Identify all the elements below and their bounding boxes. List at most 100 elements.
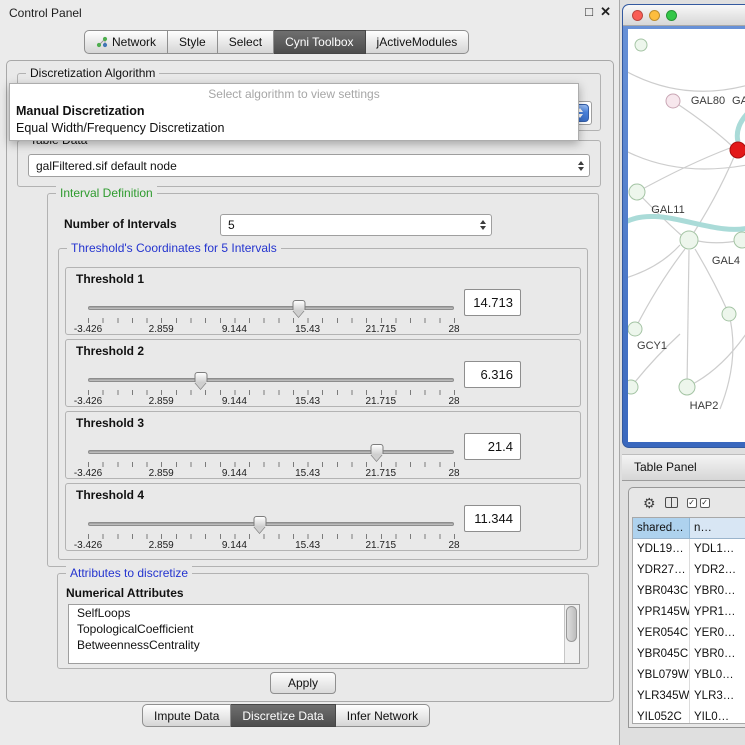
slider-thumb[interactable]	[195, 372, 208, 382]
attribute-list-item[interactable]: SelfLoops	[69, 605, 579, 621]
table-cell[interactable]: YIL052C	[633, 707, 690, 724]
numerical-attributes-list[interactable]: SelfLoopsTopologicalCoefficientBetweenne…	[68, 604, 580, 664]
tab-cyni-toolbox[interactable]: Cyni Toolbox	[274, 30, 365, 54]
table-cell[interactable]: YDL1…	[690, 539, 745, 560]
network-edge[interactable]	[628, 216, 745, 229]
attribute-list-item[interactable]: TopologicalCoefficient	[69, 621, 579, 637]
arrow-down-icon	[578, 167, 584, 171]
table-cell[interactable]: YLR345W	[633, 686, 690, 707]
table-cell[interactable]: YPR145W	[633, 602, 690, 623]
network-edge[interactable]	[737, 109, 745, 142]
apply-button[interactable]: Apply	[270, 672, 336, 694]
table-data-combobox[interactable]: galFiltered.sif default node	[28, 154, 590, 177]
select-all-columns-icon[interactable]: ✓ ✓	[687, 498, 710, 508]
algorithm-option[interactable]: Manual Discretization	[10, 103, 578, 120]
network-node[interactable]	[628, 322, 642, 336]
tab-style[interactable]: Style	[168, 30, 218, 54]
table-cell[interactable]: YDL19…	[633, 539, 690, 560]
slider-scale-label: 28	[448, 324, 459, 335]
tab-discretize-data[interactable]: Discretize Data	[231, 704, 335, 727]
threshold-value-input[interactable]: 11.344	[464, 505, 521, 532]
network-edge[interactable]	[628, 245, 680, 279]
network-graph[interactable]: GAL80GAGAL11GAL4GCY1HAP2	[628, 29, 745, 444]
threshold-value-input[interactable]: 6.316	[464, 361, 521, 388]
table-cell[interactable]: YBR0…	[690, 644, 745, 665]
list-scrollbar[interactable]	[564, 605, 579, 663]
table-row[interactable]: YPR145WYPR1…	[633, 602, 745, 623]
slider-track[interactable]	[88, 306, 454, 310]
table-row[interactable]: YBL079WYBL0…	[633, 665, 745, 686]
table-cell[interactable]: YBR043C	[633, 581, 690, 602]
table-row[interactable]: YBR043CYBR0…	[633, 581, 745, 602]
slider-thumb[interactable]	[293, 300, 306, 310]
threshold-slider[interactable]	[88, 442, 454, 462]
table-cell[interactable]: YDR27…	[633, 560, 690, 581]
table-row[interactable]: YLR345WYLR3…	[633, 686, 745, 707]
column-header[interactable]: n…	[690, 518, 745, 539]
network-edge[interactable]	[673, 101, 732, 146]
tab-infer-network[interactable]: Infer Network	[336, 704, 430, 727]
table-cell[interactable]: YLR3…	[690, 686, 745, 707]
slider-track[interactable]	[88, 378, 454, 382]
threshold-slider[interactable]	[88, 514, 454, 534]
tab-impute-data[interactable]: Impute Data	[142, 704, 231, 727]
network-edge[interactable]	[628, 69, 745, 91]
slider-track[interactable]	[88, 522, 454, 526]
float-window-icon[interactable]: □	[585, 4, 593, 19]
table-cell[interactable]: YBL0…	[690, 665, 745, 686]
network-edge[interactable]	[687, 250, 689, 387]
table-cell[interactable]: YDR2…	[690, 560, 745, 581]
threshold-value-input[interactable]: 14.713	[464, 289, 521, 316]
table-row[interactable]: YDR27…YDR2…	[633, 560, 745, 581]
network-node[interactable]	[628, 380, 638, 394]
table-row[interactable]: YIL052CYIL0…	[633, 707, 745, 724]
table-cell[interactable]: YPR1…	[690, 602, 745, 623]
table-cell[interactable]: YBR0…	[690, 581, 745, 602]
network-edge[interactable]	[687, 334, 745, 387]
number-of-intervals-combobox[interactable]: 5	[220, 214, 492, 236]
slider-thumb[interactable]	[371, 444, 384, 454]
slider-track[interactable]	[88, 450, 454, 454]
network-window-titlebar[interactable]	[623, 5, 745, 26]
close-traffic-light-icon[interactable]	[632, 10, 643, 21]
tab-select[interactable]: Select	[218, 30, 274, 54]
network-node[interactable]	[722, 307, 736, 321]
network-node[interactable]	[680, 231, 698, 249]
network-node[interactable]	[666, 94, 680, 108]
table-cell[interactable]: YER054C	[633, 623, 690, 644]
close-window-icon[interactable]: ✕	[600, 4, 611, 20]
table-panel-titlebar[interactable]: Table Panel	[622, 454, 745, 481]
control-panel-window: Control Panel □ ✕ NetworkStyleSelectCyni…	[0, 0, 620, 745]
zoom-traffic-light-icon[interactable]	[666, 10, 677, 21]
algorithm-option[interactable]: Equal Width/Frequency Discretization	[10, 120, 578, 137]
network-canvas[interactable]: GAL80GAGAL11GAL4GCY1HAP2	[628, 29, 745, 442]
network-edge[interactable]	[637, 148, 730, 192]
slider-thumb[interactable]	[254, 516, 267, 526]
tab-network[interactable]: Network	[84, 30, 168, 54]
table-cell[interactable]: YIL0…	[690, 707, 745, 724]
settings-gear-icon[interactable]: ⚙	[643, 496, 656, 510]
threshold-slider[interactable]	[88, 370, 454, 390]
threshold-label: Threshold 3	[76, 416, 144, 430]
network-node[interactable]	[629, 184, 645, 200]
attribute-list-item[interactable]: BetweennessCentrality	[69, 637, 579, 653]
table-row[interactable]: YDL19…YDL1…	[633, 539, 745, 560]
network-node[interactable]	[734, 232, 745, 248]
table-row[interactable]: YBR045CYBR0…	[633, 644, 745, 665]
table-cell[interactable]: YER0…	[690, 623, 745, 644]
threshold-slider[interactable]	[88, 298, 454, 318]
network-edge[interactable]	[635, 249, 685, 329]
scrollbar-thumb[interactable]	[566, 606, 577, 642]
table-row[interactable]: YER054CYER0…	[633, 623, 745, 644]
threshold-value-input[interactable]: 21.4	[464, 433, 521, 460]
table-cell[interactable]: YBL079W	[633, 665, 690, 686]
combo-stepper-icon	[480, 220, 486, 230]
network-node[interactable]	[635, 39, 647, 51]
tab-jactivemodules[interactable]: jActiveModules	[366, 30, 470, 54]
show-columns-icon[interactable]	[665, 497, 678, 508]
table-cell[interactable]: YBR045C	[633, 644, 690, 665]
minimize-traffic-light-icon[interactable]	[649, 10, 660, 21]
network-node[interactable]	[679, 379, 695, 395]
network-node[interactable]	[730, 142, 745, 158]
column-header[interactable]: shared…	[633, 518, 690, 539]
